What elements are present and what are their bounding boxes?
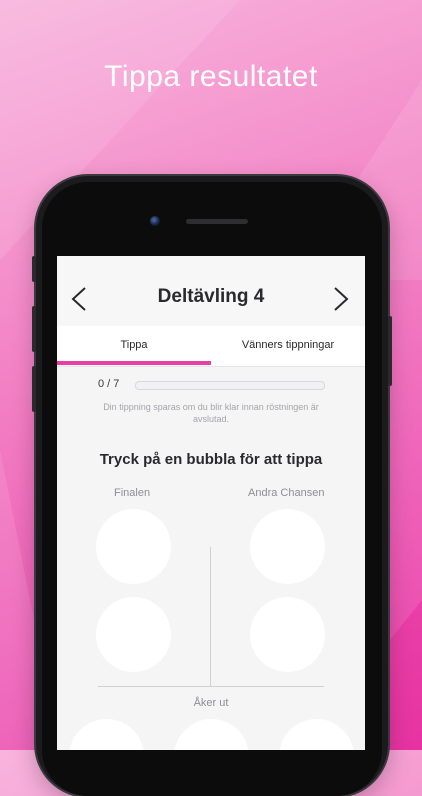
navigation-bar: Deltävling 4: [57, 256, 365, 326]
tab-tippa[interactable]: Tippa: [57, 326, 211, 366]
chevron-right-icon[interactable]: [329, 286, 353, 312]
volume-up-button: [32, 306, 36, 352]
bubble-finalen-2[interactable]: [96, 597, 171, 672]
promo-headline: Tippa resultatet: [104, 60, 318, 93]
section-divider: [98, 686, 324, 687]
tab-bar: Tippa Vänners tippningar: [57, 326, 365, 367]
bubble-andra-chansen-2[interactable]: [250, 597, 325, 672]
bubble-aker-ut-1[interactable]: [69, 719, 144, 750]
front-camera: [150, 216, 160, 226]
bubble-aker-ut-2[interactable]: [174, 719, 249, 750]
section-title: Tryck på en bubbla för att tippa: [99, 451, 323, 468]
progress-count: 0 / 7: [98, 378, 120, 390]
app-screen: Deltävling 4 Tippa Vänners tippningar 0 …: [57, 256, 365, 750]
progress-bar: [135, 381, 325, 390]
mute-switch: [32, 256, 36, 282]
column-divider: [210, 547, 211, 687]
bubble-andra-chansen-1[interactable]: [250, 509, 325, 584]
volume-down-button: [32, 366, 36, 412]
column-label-andra-chansen: Andra Chansen: [248, 487, 325, 499]
aker-ut-label: Åker ut: [193, 697, 229, 709]
active-tab-indicator: [57, 361, 211, 365]
page-title: Deltävling 4: [157, 286, 265, 307]
save-hint-text: Din tippning sparas om du blir klar inna…: [103, 402, 319, 424]
earpiece-speaker: [186, 219, 248, 224]
bubble-aker-ut-3[interactable]: [279, 719, 354, 750]
bubble-finalen-1[interactable]: [96, 509, 171, 584]
power-button: [388, 316, 392, 386]
tab-vanners-tippningar[interactable]: Vänners tippningar: [211, 326, 365, 366]
column-label-finalen: Finalen: [114, 487, 151, 499]
